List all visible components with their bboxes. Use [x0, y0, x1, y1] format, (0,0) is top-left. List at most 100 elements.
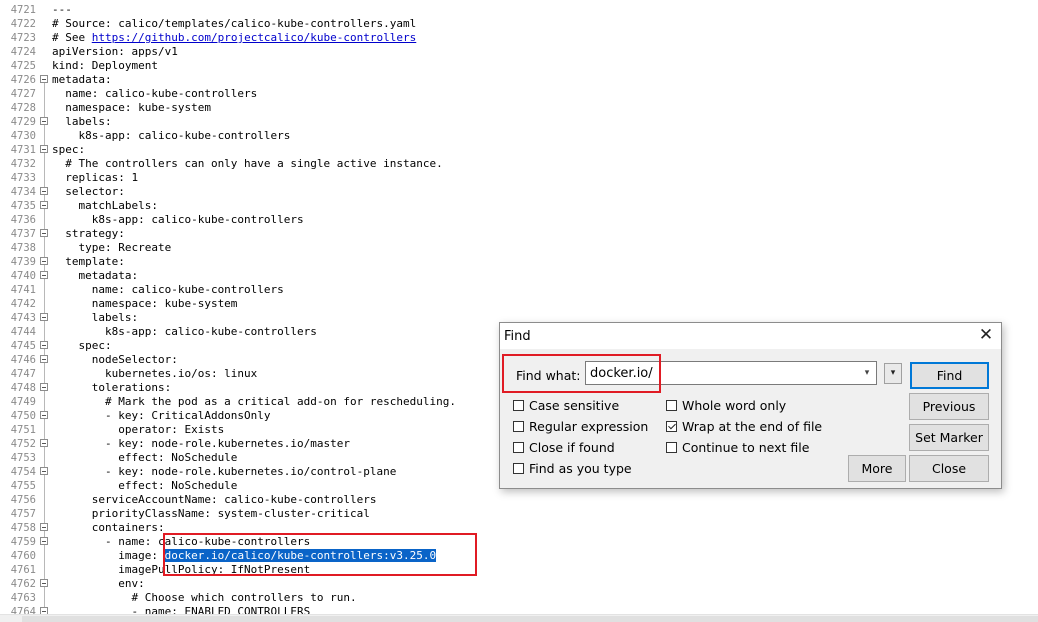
code-segment: replicas: 1: [52, 171, 139, 184]
fold-collapse-icon[interactable]: [40, 439, 48, 447]
code-segment: kind: Deployment: [52, 59, 158, 72]
code-line[interactable]: 4726 metadata:: [0, 73, 1038, 87]
chevron-down-icon[interactable]: ▾: [860, 365, 874, 381]
code-line[interactable]: 4737 strategy:: [0, 227, 1038, 241]
code-line[interactable]: 4721 ---: [0, 3, 1038, 17]
code-text: k8s-app: calico-kube-controllers: [52, 213, 304, 227]
code-line[interactable]: 4736 k8s-app: calico-kube-controllers: [0, 213, 1038, 227]
fold-collapse-icon[interactable]: [40, 313, 48, 321]
line-number: 4743: [10, 312, 36, 324]
fold-collapse-icon[interactable]: [40, 117, 48, 125]
code-line[interactable]: 4741 name: calico-kube-controllers: [0, 283, 1038, 297]
code-segment: nodeSelector:: [52, 353, 178, 366]
checkbox-label: Regular expression: [529, 419, 649, 434]
fold-collapse-icon[interactable]: [40, 341, 48, 349]
code-line[interactable]: 4756 serviceAccountName: calico-kube-con…: [0, 493, 1038, 507]
code-segment: env:: [52, 577, 145, 590]
fold-collapse-icon[interactable]: [40, 383, 48, 391]
code-line[interactable]: 4728 namespace: kube-system: [0, 101, 1038, 115]
code-line[interactable]: 4739 template:: [0, 255, 1038, 269]
scrollbar-thumb[interactable]: [22, 616, 1038, 622]
code-line[interactable]: 4761 imagePullPolicy: IfNotPresent: [0, 563, 1038, 577]
code-line[interactable]: 4759 - name: calico-kube-controllers: [0, 535, 1038, 549]
code-text: # Choose which controllers to run.: [52, 591, 356, 605]
code-line[interactable]: 4762 env:: [0, 577, 1038, 591]
fold-collapse-icon[interactable]: [40, 579, 48, 587]
code-line[interactable]: 4731 spec:: [0, 143, 1038, 157]
code-text: namespace: kube-system: [52, 101, 211, 115]
code-text: spec:: [52, 339, 111, 353]
fold-collapse-icon[interactable]: [40, 467, 48, 475]
code-line[interactable]: 4763 # Choose which controllers to run.: [0, 591, 1038, 605]
find-input[interactable]: [585, 361, 877, 385]
code-editor[interactable]: 4721 --- 4722 # Source: calico/templates/ca…: [0, 0, 1038, 614]
code-segment: operator: Exists: [52, 423, 225, 436]
code-segment: namespace: kube-system: [52, 101, 211, 114]
fold-collapse-icon[interactable]: [40, 537, 48, 545]
fold-collapse-icon[interactable]: [40, 145, 48, 153]
close-icon[interactable]: ✕: [977, 326, 995, 344]
fold-collapse-icon[interactable]: [40, 523, 48, 531]
fold-collapse-icon[interactable]: [40, 607, 48, 614]
line-number: 4762: [10, 578, 36, 590]
code-line[interactable]: 4757 priorityClassName: system-cluster-c…: [0, 507, 1038, 521]
line-number: 4759: [10, 536, 36, 548]
fold-collapse-icon[interactable]: [40, 201, 48, 209]
code-line[interactable]: 4760 image: docker.io/calico/kube-contro…: [0, 549, 1038, 563]
code-line[interactable]: 4730 k8s-app: calico-kube-controllers: [0, 129, 1038, 143]
fold-collapse-icon[interactable]: [40, 355, 48, 363]
previous-button[interactable]: Previous: [909, 393, 989, 420]
set-marker-button[interactable]: Set Marker: [909, 424, 989, 451]
code-link[interactable]: https://github.com/projectcalico/kube-co…: [92, 31, 417, 44]
code-line[interactable]: 4725 kind: Deployment: [0, 59, 1038, 73]
code-line[interactable]: 4742 namespace: kube-system: [0, 297, 1038, 311]
horizontal-scrollbar[interactable]: [0, 614, 1038, 622]
code-line[interactable]: 4738 type: Recreate: [0, 241, 1038, 255]
fold-collapse-icon[interactable]: [40, 271, 48, 279]
fold-collapse-icon[interactable]: [40, 257, 48, 265]
line-number: 4746: [10, 354, 36, 366]
line-number: 4758: [10, 522, 36, 534]
history-dropdown-button[interactable]: ▾: [884, 363, 902, 384]
code-line[interactable]: 4722 # Source: calico/templates/calico-ku…: [0, 17, 1038, 31]
code-line[interactable]: 4724 apiVersion: apps/v1: [0, 45, 1038, 59]
checkbox-box-checked: [666, 421, 677, 432]
code-line[interactable]: 4723 # See https://github.com/projectcali…: [0, 31, 1038, 45]
code-line[interactable]: 4733 replicas: 1: [0, 171, 1038, 185]
code-line[interactable]: 4729 labels:: [0, 115, 1038, 129]
close-button[interactable]: Close: [909, 455, 989, 482]
code-text: tolerations:: [52, 381, 171, 395]
checkbox-box: [513, 442, 524, 453]
fold-collapse-icon[interactable]: [40, 411, 48, 419]
code-line[interactable]: 4732 # The controllers can only have a s…: [0, 157, 1038, 171]
fold-collapse-icon[interactable]: [40, 187, 48, 195]
line-number: 4728: [10, 102, 36, 114]
code-line[interactable]: 4758 containers:: [0, 521, 1038, 535]
code-text: strategy:: [52, 227, 125, 241]
code-line[interactable]: 4735 matchLabels:: [0, 199, 1038, 213]
code-text: - key: node-role.kubernetes.io/control-p…: [52, 465, 396, 479]
find-button[interactable]: Find: [910, 362, 989, 389]
code-text: env:: [52, 577, 145, 591]
code-line[interactable]: 4727 name: calico-kube-controllers: [0, 87, 1038, 101]
line-number: 4750: [10, 410, 36, 422]
code-line[interactable]: 4740 metadata:: [0, 269, 1038, 283]
code-line[interactable]: 4734 selector:: [0, 185, 1038, 199]
code-text: operator: Exists: [52, 423, 224, 437]
code-text: imagePullPolicy: IfNotPresent: [52, 563, 310, 577]
code-segment: image:: [52, 549, 165, 562]
find-dialog: Find ✕ Find what: ▾ ▾ Case sensitive Reg…: [499, 322, 1002, 489]
checkbox-box: [513, 421, 524, 432]
code-segment: strategy:: [52, 227, 125, 240]
code-segment: labels:: [52, 115, 112, 128]
code-segment: labels:: [52, 311, 139, 324]
code-text: serviceAccountName: calico-kube-controll…: [52, 493, 377, 507]
checkbox-box: [666, 442, 677, 453]
fold-collapse-icon[interactable]: [40, 75, 48, 83]
code-segment: type: Recreate: [52, 241, 172, 254]
code-line[interactable]: 4764 - name: ENABLED_CONTROLLERS: [0, 605, 1038, 614]
selected-match[interactable]: docker.io/calico/kube-controllers:v3.25.…: [164, 549, 437, 562]
line-number: 4732: [10, 158, 36, 170]
more-button[interactable]: More: [848, 455, 906, 482]
fold-collapse-icon[interactable]: [40, 229, 48, 237]
